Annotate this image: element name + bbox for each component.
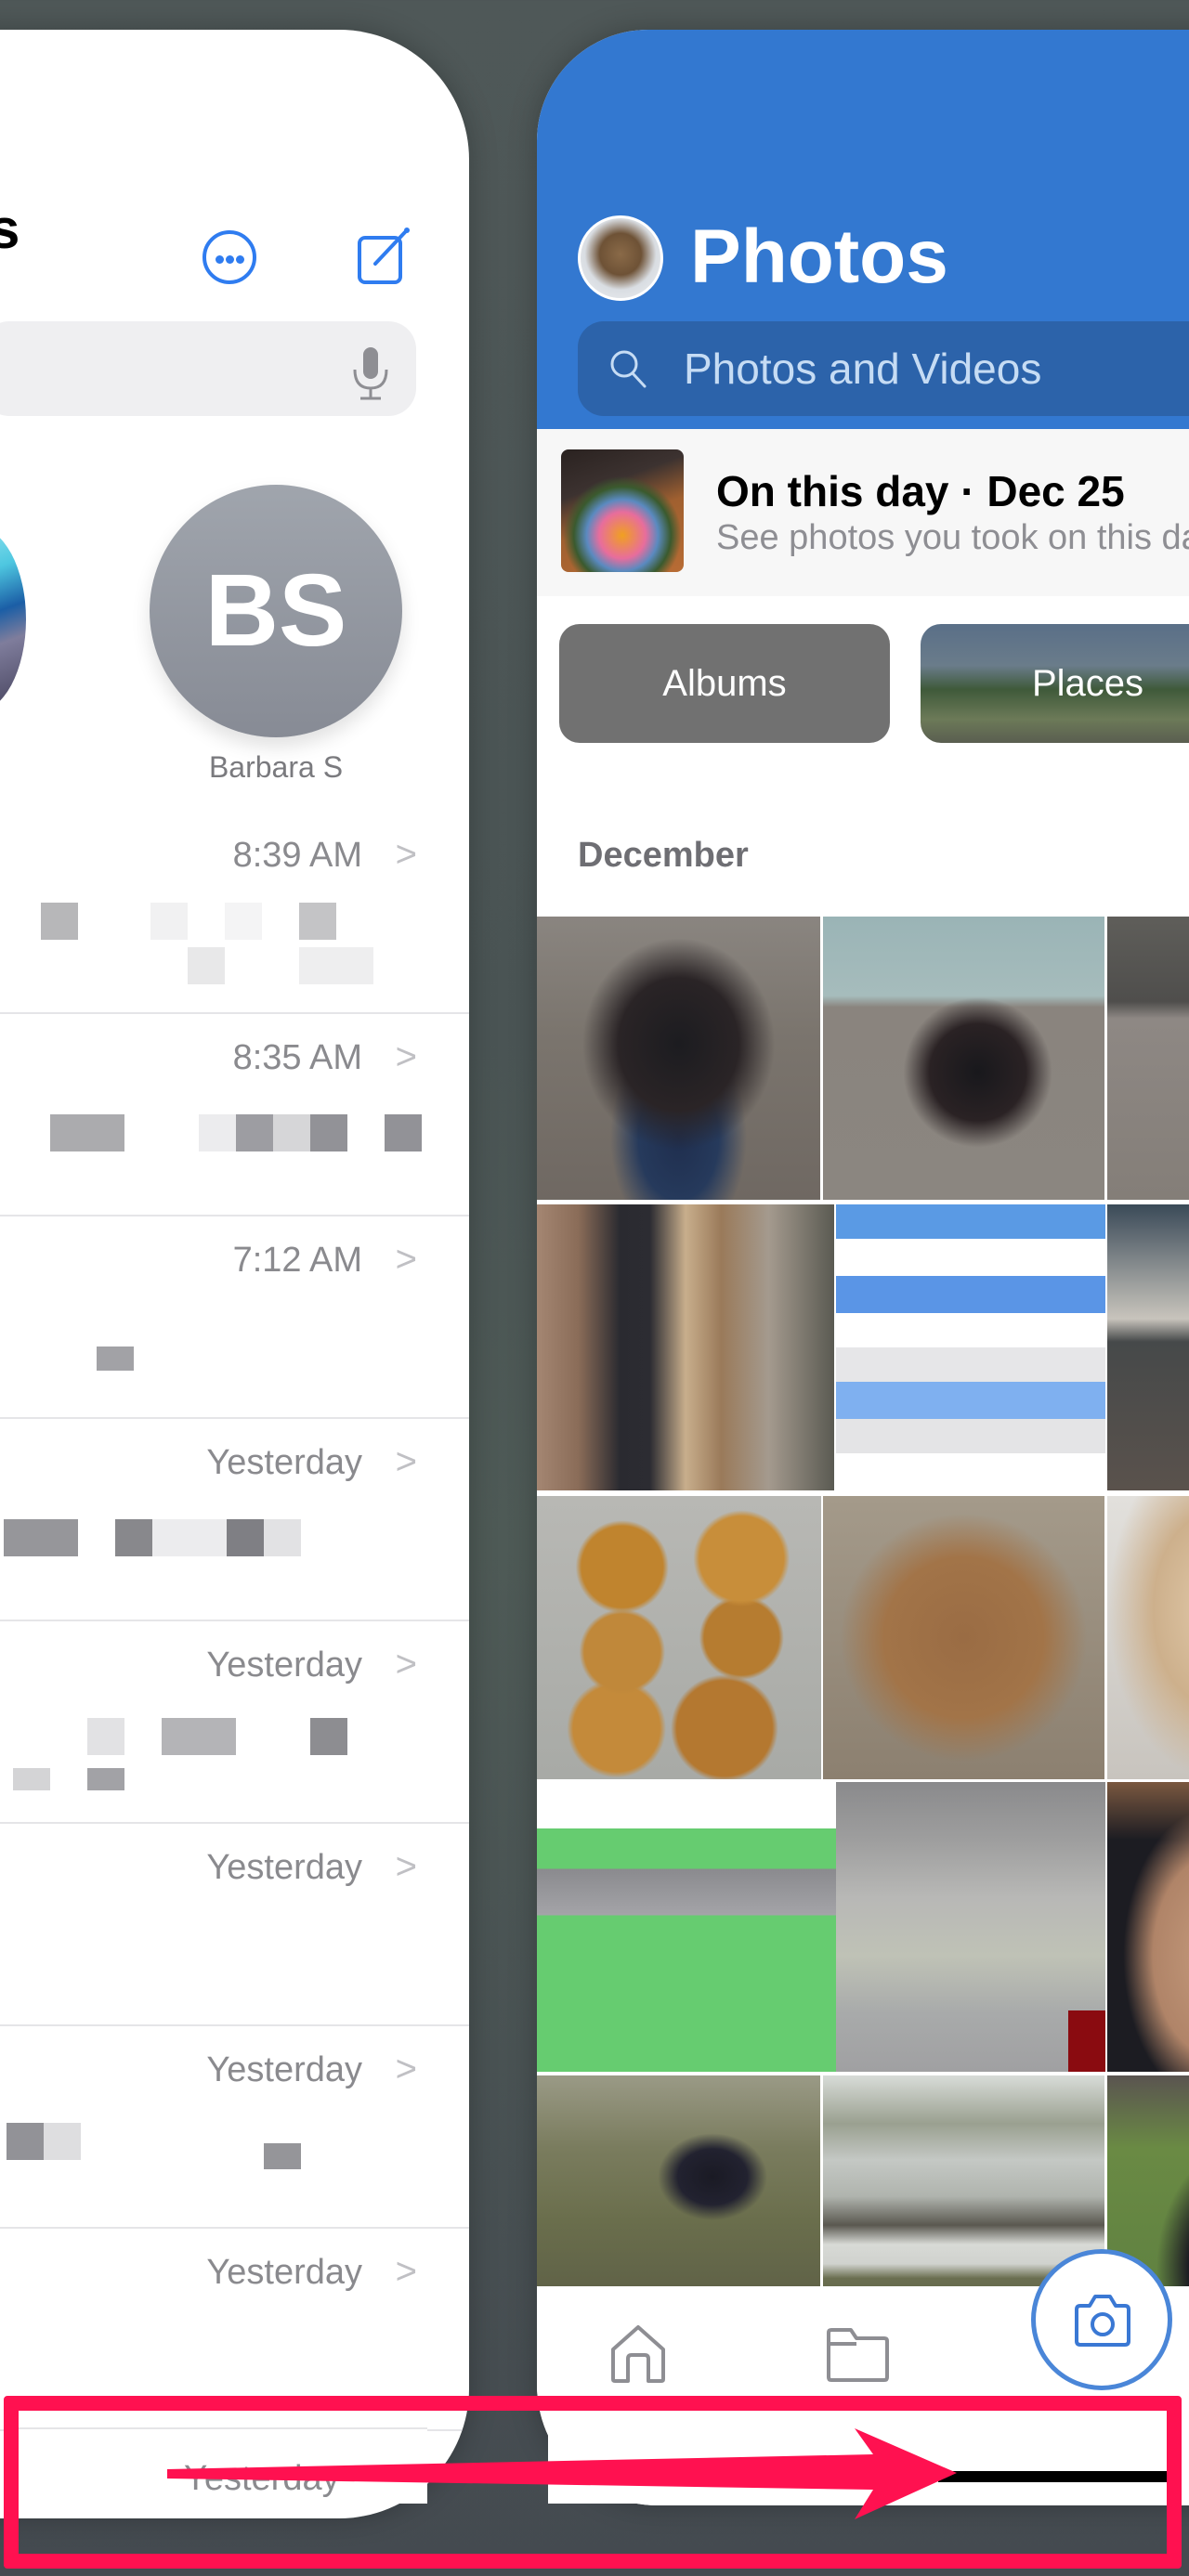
chevron-right-icon: > (395, 1239, 417, 1280)
thread-time: Yesterday (206, 2253, 362, 2292)
photo-thumbnail[interactable] (537, 917, 820, 1200)
photo-thumbnail[interactable] (1107, 1782, 1189, 2072)
thread-time: 7:12 AM (232, 1241, 362, 1280)
thread-row[interactable]: Yesterday > (0, 1822, 469, 2026)
photo-thumbnail[interactable] (537, 1204, 834, 1490)
home-icon (611, 2325, 665, 2383)
thread-row[interactable]: 7:12 AM > (0, 1215, 469, 1419)
thread-time: Yesterday (206, 2050, 362, 2089)
chevron-right-icon: > (395, 1644, 417, 1685)
thread-row[interactable]: 8:35 AM > (0, 1012, 469, 1216)
messages-app-card[interactable]: s BS Barbara S 8:39 AM > 8:35 AM > 7:12 … (0, 30, 469, 2518)
on-this-day-subtitle: See photos you took on this day (716, 518, 1189, 557)
story-name: Barbara S (208, 750, 344, 784)
pixel-block (1068, 2010, 1105, 2072)
more-options-icon[interactable] (203, 230, 256, 284)
chevron-right-icon: > (395, 1036, 417, 1077)
photo-thumbnail[interactable] (823, 1496, 1104, 1779)
on-this-day-title: On this day · Dec 25 (716, 467, 1125, 515)
photo-thumbnail[interactable] (1107, 1204, 1189, 1490)
photos-search-field[interactable]: Photos and Videos (578, 321, 1189, 416)
camera-button[interactable] (1031, 2249, 1172, 2390)
thread-row[interactable]: Yesterday > (0, 2024, 469, 2229)
messages-title: s (0, 198, 20, 260)
chevron-right-icon: > (395, 1441, 417, 1482)
thread-row[interactable]: Yesterday > (0, 1417, 469, 1621)
on-this-day-banner[interactable]: On this day · Dec 25 See photos you took… (537, 429, 1189, 596)
story-avatar-barbara[interactable]: BS (150, 485, 402, 737)
profile-avatar[interactable] (578, 215, 663, 301)
thread-time: Yesterday (206, 1646, 362, 1685)
on-this-day-thumbnail (561, 449, 684, 572)
chevron-right-icon: > (395, 2049, 417, 2089)
section-header-december: December (578, 836, 749, 875)
gesture-highlight-box (4, 2396, 1182, 2569)
photo-thumbnail[interactable] (537, 1496, 821, 1779)
chevron-right-icon: > (395, 2251, 417, 2292)
story-avatar[interactable] (0, 527, 26, 712)
photo-thumbnail[interactable] (1107, 1496, 1189, 1779)
photo-thumbnail[interactable] (836, 1782, 1105, 2072)
photos-header: Photos Photos and Videos (537, 30, 1189, 429)
thread-time: Yesterday (206, 1848, 362, 1887)
thread-row[interactable]: 8:39 AM > (0, 810, 469, 1014)
photos-title: Photos (690, 215, 948, 299)
thread-time: 8:35 AM (232, 1038, 362, 1077)
thread-row[interactable]: Yesterday > (0, 1620, 469, 1824)
photo-thumbnail[interactable] (823, 917, 1104, 1200)
places-tile[interactable]: Places (921, 624, 1189, 743)
search-icon (610, 350, 647, 388)
chevron-right-icon: > (395, 1846, 417, 1887)
video-thumbnail[interactable] (537, 2075, 820, 2317)
photo-thumbnail[interactable] (1107, 917, 1189, 1200)
compose-icon[interactable] (357, 227, 412, 286)
folder-icon (827, 2328, 889, 2382)
photos-app-card[interactable]: Photos Photos and Videos On this day · D… (537, 30, 1189, 2505)
photo-thumbnail[interactable] (537, 1782, 836, 2072)
thread-time: 8:39 AM (232, 836, 362, 875)
chevron-right-icon: > (395, 834, 417, 875)
thread-time: Yesterday (206, 1443, 362, 1482)
photo-thumbnail[interactable] (836, 1204, 1105, 1490)
search-placeholder: Photos and Videos (684, 345, 1042, 393)
microphone-icon[interactable] (347, 345, 394, 401)
camera-icon (1075, 2295, 1130, 2347)
albums-tile[interactable]: Albums (559, 624, 890, 743)
